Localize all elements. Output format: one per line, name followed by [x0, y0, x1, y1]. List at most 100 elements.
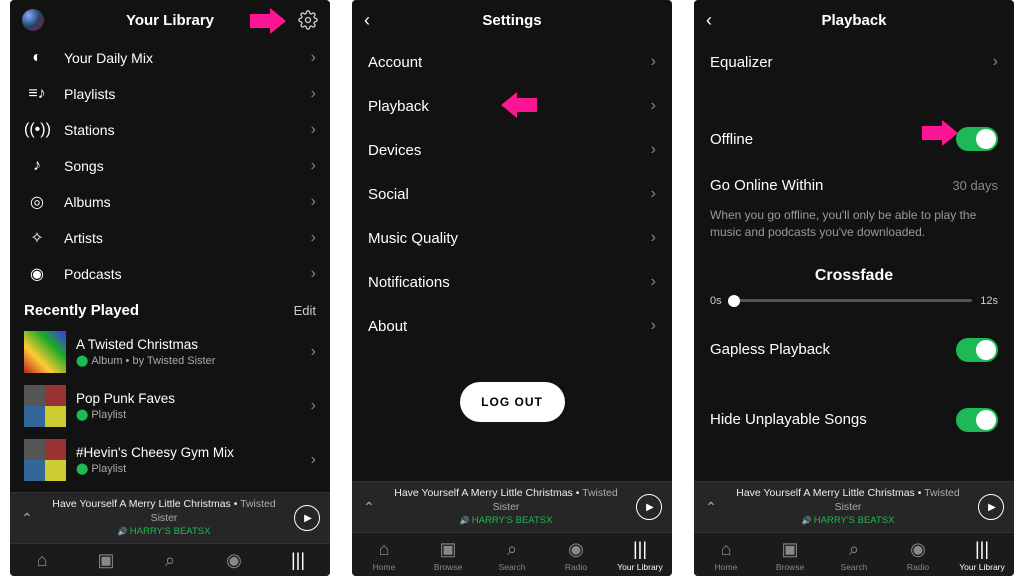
albums-icon: ◎	[24, 192, 50, 212]
annotation-arrow-icon	[922, 120, 962, 146]
tab-radio[interactable]: ◉	[202, 550, 266, 572]
tab-home[interactable]: ⌂Home	[694, 539, 758, 572]
now-playing-bar[interactable]: ⌃ Have Yourself A Merry Little Christmas…	[694, 481, 1014, 532]
screen-settings: ‹ Settings Account› Playback › Devices› …	[352, 0, 672, 576]
crossfade-slider[interactable]	[730, 299, 973, 302]
edit-button[interactable]: Edit	[294, 303, 316, 318]
avatar[interactable]	[22, 9, 44, 31]
now-playing-bar[interactable]: ⌃ Have Yourself A Merry Little Christmas…	[10, 492, 330, 543]
row-devices[interactable]: Devices›	[352, 128, 672, 172]
offline-toggle[interactable]	[956, 127, 998, 151]
chevron-right-icon: ›	[311, 229, 316, 247]
radio-icon: ◉	[544, 539, 608, 561]
recent-item[interactable]: A Twisted Christmas⬤Album • by Twisted S…	[10, 325, 330, 379]
chevron-right-icon: ›	[651, 229, 656, 247]
row-equalizer[interactable]: Equalizer›	[694, 40, 1014, 84]
gapless-toggle[interactable]	[956, 338, 998, 362]
chevron-up-icon[interactable]: ⌃	[704, 499, 718, 516]
playback-list: Equalizer› Offline Go Online Within 30 d…	[694, 40, 1014, 481]
chevron-right-icon: ›	[993, 53, 998, 71]
row-notifications[interactable]: Notifications›	[352, 260, 672, 304]
row-daily-mix[interactable]: ◐Your Daily Mix›	[10, 40, 330, 76]
album-art	[24, 385, 66, 427]
tab-bar: ⌂Home ▣Browse ⌕Search ◉Radio |||Your Lib…	[352, 532, 672, 576]
tab-browse[interactable]: ▣Browse	[416, 539, 480, 572]
tab-search[interactable]: ⌕Search	[822, 539, 886, 572]
playback-header: ‹ Playback	[694, 0, 1014, 40]
chevron-up-icon[interactable]: ⌃	[20, 510, 34, 527]
row-songs[interactable]: ♪Songs›	[10, 148, 330, 184]
recently-played-header: Recently Played Edit	[10, 292, 330, 325]
library-list: ◐Your Daily Mix› ≡♪Playlists› ((•))Stati…	[10, 40, 330, 492]
tab-search[interactable]: ⌕Search	[480, 539, 544, 572]
chevron-right-icon: ›	[651, 317, 656, 335]
tab-bar: ⌂Home ▣Browse ⌕Search ◉Radio |||Your Lib…	[694, 532, 1014, 576]
chevron-right-icon: ›	[311, 397, 316, 415]
row-account[interactable]: Account›	[352, 40, 672, 84]
chevron-up-icon[interactable]: ⌃	[362, 499, 376, 516]
play-button[interactable]: ▶	[294, 505, 320, 531]
row-social[interactable]: Social›	[352, 172, 672, 216]
tab-library[interactable]: |||	[266, 550, 330, 572]
tab-home[interactable]: ⌂Home	[352, 539, 416, 572]
chevron-right-icon: ›	[311, 265, 316, 283]
row-about[interactable]: About›	[352, 304, 672, 348]
tab-home[interactable]: ⌂	[10, 550, 74, 572]
annotation-arrow-icon	[497, 92, 537, 118]
play-button[interactable]: ▶	[636, 494, 662, 520]
library-icon: |||	[266, 550, 330, 572]
row-go-online: Go Online Within 30 days	[694, 164, 1014, 207]
recent-item[interactable]: Pop Punk Faves⬤Playlist ›	[10, 379, 330, 433]
row-music-quality[interactable]: Music Quality›	[352, 216, 672, 260]
tab-bar: ⌂ ▣ ⌕ ◉ |||	[10, 543, 330, 576]
search-icon: ⌕	[480, 539, 544, 561]
album-art	[24, 439, 66, 481]
chevron-right-icon: ›	[311, 85, 316, 103]
row-podcasts[interactable]: ◉Podcasts›	[10, 256, 330, 292]
row-playback[interactable]: Playback ›	[352, 84, 672, 128]
gear-icon[interactable]	[298, 10, 318, 30]
device-label: HARRY'S BEATSX	[42, 526, 286, 538]
back-button[interactable]: ‹	[706, 10, 712, 31]
hide-unplayable-toggle[interactable]	[956, 408, 998, 432]
downloaded-icon: ⬤	[76, 409, 88, 421]
annotation-arrow-icon	[250, 8, 290, 34]
chevron-right-icon: ›	[311, 49, 316, 67]
chevron-right-icon: ›	[311, 157, 316, 175]
daily-mix-icon: ◐	[24, 49, 50, 67]
search-icon: ⌕	[138, 550, 202, 572]
chevron-right-icon: ›	[651, 97, 656, 115]
tab-library[interactable]: |||Your Library	[608, 539, 672, 572]
row-playlists[interactable]: ≡♪Playlists›	[10, 76, 330, 112]
screen-playback: ‹ Playback Equalizer› Offline Go Online …	[694, 0, 1014, 576]
chevron-right-icon: ›	[311, 343, 316, 361]
tab-radio[interactable]: ◉Radio	[886, 539, 950, 572]
home-icon: ⌂	[694, 539, 758, 561]
recent-item[interactable]: #Hevin's Cheesy Gym Mix⬤Playlist ›	[10, 433, 330, 487]
play-button[interactable]: ▶	[978, 494, 1004, 520]
row-stations[interactable]: ((•))Stations›	[10, 112, 330, 148]
row-albums[interactable]: ◎Albums›	[10, 184, 330, 220]
home-icon: ⌂	[10, 550, 74, 572]
crossfade-header: Crossfade	[694, 253, 1014, 295]
podcasts-icon: ◉	[24, 264, 50, 284]
tab-browse[interactable]: ▣Browse	[758, 539, 822, 572]
album-art	[24, 331, 66, 373]
row-hide-unplayable: Hide Unplayable Songs	[694, 395, 1014, 445]
tab-library[interactable]: |||Your Library	[950, 539, 1014, 572]
songs-icon: ♪	[24, 157, 50, 175]
slider-thumb[interactable]	[728, 295, 740, 307]
chevron-right-icon: ›	[311, 193, 316, 211]
tab-browse[interactable]: ▣	[74, 550, 138, 572]
row-artists[interactable]: ✧Artists›	[10, 220, 330, 256]
now-playing-bar[interactable]: ⌃ Have Yourself A Merry Little Christmas…	[352, 481, 672, 532]
browse-icon: ▣	[416, 539, 480, 561]
tab-search[interactable]: ⌕	[138, 550, 202, 572]
device-label: HARRY'S BEATSX	[726, 515, 970, 527]
radio-icon: ◉	[886, 539, 950, 561]
back-button[interactable]: ‹	[364, 10, 370, 31]
tab-radio[interactable]: ◉Radio	[544, 539, 608, 572]
chevron-right-icon: ›	[311, 121, 316, 139]
logout-button[interactable]: LOG OUT	[460, 382, 565, 422]
home-icon: ⌂	[352, 539, 416, 561]
